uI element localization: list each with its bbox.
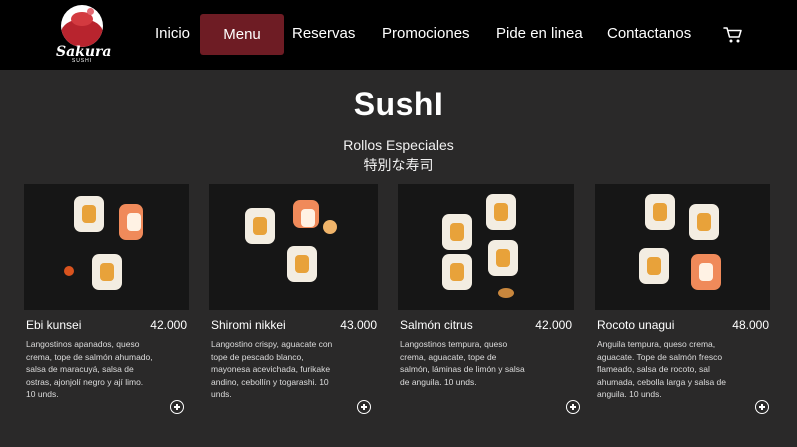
product-name: Ebi kunsei bbox=[26, 318, 82, 332]
nav-promociones[interactable]: Promociones bbox=[382, 25, 470, 42]
product-price: 42.000 bbox=[535, 318, 572, 332]
product-price: 48.000 bbox=[732, 318, 769, 332]
product-price: 42.000 bbox=[150, 318, 187, 332]
nav-menu[interactable]: Menu bbox=[200, 14, 284, 55]
add-to-cart-icon[interactable] bbox=[170, 400, 184, 414]
nav-contactanos[interactable]: Contactanos bbox=[607, 25, 691, 42]
product-image bbox=[595, 184, 770, 310]
nav-pide-en-linea[interactable]: Pide en linea bbox=[496, 25, 583, 42]
add-to-cart-icon[interactable] bbox=[566, 400, 580, 414]
logo-emblem bbox=[61, 5, 103, 47]
add-to-cart-icon[interactable] bbox=[755, 400, 769, 414]
cart-icon[interactable] bbox=[723, 26, 743, 44]
section-title-jp: 特別な寿司 bbox=[363, 157, 434, 173]
product-image bbox=[398, 184, 574, 310]
product-image bbox=[24, 184, 189, 310]
top-nav: Sakura SUSHI Inicio Menu Reservas Promoc… bbox=[0, 0, 797, 70]
product-name: Shiromi nikkei bbox=[211, 318, 286, 332]
product-description: Langostino crispy, aguacate con tope de … bbox=[211, 339, 333, 399]
product-description: Langostinos tempura, queso crema, aguaca… bbox=[400, 339, 525, 387]
product-price: 43.000 bbox=[340, 318, 377, 332]
section-title: Rollos Especiales bbox=[343, 137, 454, 153]
page-title: SushI bbox=[353, 86, 444, 122]
add-to-cart-icon[interactable] bbox=[357, 400, 371, 414]
logo-tagline: SUSHI bbox=[71, 58, 93, 64]
nav-menu-label: Menu bbox=[223, 26, 261, 43]
product-name: Rocoto unagui bbox=[597, 318, 675, 332]
product-image bbox=[209, 184, 378, 310]
product-description: Langostinos apanados, queso crema, tope … bbox=[26, 339, 153, 399]
product-description: Anguila tempura, queso crema, aguacate. … bbox=[597, 339, 726, 399]
sakura-logo[interactable]: Sakura SUSHI bbox=[56, 4, 112, 64]
nav-reservas[interactable]: Reservas bbox=[292, 25, 355, 42]
product-name: Salmón citrus bbox=[400, 318, 473, 332]
nav-inicio[interactable]: Inicio bbox=[155, 25, 190, 42]
